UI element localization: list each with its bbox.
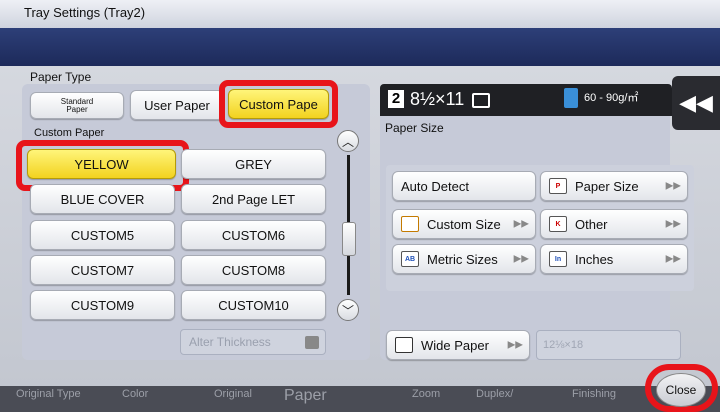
tray-number: 2 xyxy=(388,90,404,108)
forward-arrow-icon: ▶▶ xyxy=(665,218,681,230)
header-band xyxy=(0,28,720,66)
custom-size-icon xyxy=(401,216,419,232)
forward-arrow-icon: ▶▶ xyxy=(507,339,523,351)
wide-paper-button[interactable]: Wide Paper ▶▶ xyxy=(386,330,530,360)
tab-user-paper[interactable]: User Paper xyxy=(130,90,224,120)
paper-button-custom5[interactable]: CUSTOM5 xyxy=(30,220,175,250)
paper-size-button[interactable]: P Paper Size ▶▶ xyxy=(540,171,688,201)
paper-button-yellow[interactable]: YELLOW xyxy=(27,149,176,179)
tab-zoom[interactable]: Zoom xyxy=(412,388,440,400)
forward-arrow-icon: ▶▶ xyxy=(513,218,529,230)
scroll-down-button[interactable]: ﹀ xyxy=(337,299,359,321)
metric-sizes-icon: AB xyxy=(401,251,419,267)
paper-size-value: 8½×11 xyxy=(410,89,465,109)
chevron-up-icon: ︿ xyxy=(341,134,354,149)
tab-original-type[interactable]: Original Type xyxy=(16,388,81,400)
paper-button-custom10[interactable]: CUSTOM10 xyxy=(181,290,326,320)
alter-thickness-button[interactable]: Alter Thickness xyxy=(180,329,326,355)
tab-duplex[interactable]: Duplex/ xyxy=(476,388,513,400)
forward-arrow-icon: ▶▶ xyxy=(665,180,681,192)
scrollbar-thumb[interactable] xyxy=(342,222,356,256)
forward-arrow-icon: ▶▶ xyxy=(665,253,681,265)
close-button[interactable]: Close xyxy=(656,373,706,407)
paper-type-label: Paper Type xyxy=(30,70,92,84)
paper-button-custom7[interactable]: CUSTOM7 xyxy=(30,255,175,285)
paper-button-grey[interactable]: GREY xyxy=(181,149,326,179)
inches-icon: In xyxy=(549,251,567,267)
paper-button-2nd-page-let[interactable]: 2nd Page LET xyxy=(181,184,326,214)
paper-button-blue-cover[interactable]: BLUE COVER xyxy=(30,184,175,214)
wide-paper-icon xyxy=(395,337,413,353)
paper-size-icon: P xyxy=(549,178,567,194)
tab-finishing[interactable]: Finishing xyxy=(572,388,616,400)
tab-color[interactable]: Color xyxy=(122,388,148,400)
paper-stack-icon xyxy=(564,88,578,108)
metric-sizes-button[interactable]: AB Metric Sizes ▶▶ xyxy=(392,244,536,274)
tab-paper[interactable]: Paper xyxy=(284,387,327,405)
rewind-button[interactable]: ◀◀ xyxy=(672,76,720,130)
tab-standard-paper[interactable]: Standard Paper xyxy=(30,92,124,119)
chevron-down-icon: ﹀ xyxy=(341,303,354,318)
window-title: Tray Settings (Tray2) xyxy=(24,5,146,20)
paper-button-custom9[interactable]: CUSTOM9 xyxy=(30,290,175,320)
scroll-up-button[interactable]: ︿ xyxy=(337,130,359,152)
checkbox-icon xyxy=(305,336,319,349)
custom-paper-label: Custom Paper xyxy=(34,127,105,139)
paper-button-custom6[interactable]: CUSTOM6 xyxy=(181,220,326,250)
other-button[interactable]: K Other ▶▶ xyxy=(540,209,688,239)
paper-size-label: Paper Size xyxy=(385,121,444,135)
wide-paper-value: 12⅛×18 xyxy=(536,330,681,360)
rewind-icon: ◀◀ xyxy=(679,90,713,115)
other-icon: K xyxy=(549,216,567,232)
forward-arrow-icon: ▶▶ xyxy=(513,253,529,265)
paper-button-custom8[interactable]: CUSTOM8 xyxy=(181,255,326,285)
custom-size-button[interactable]: Custom Size ▶▶ xyxy=(392,209,536,239)
paper-orientation-icon xyxy=(472,93,490,108)
auto-detect-button[interactable]: Auto Detect xyxy=(392,171,536,201)
tab-custom-paper[interactable]: Custom Pape xyxy=(228,89,329,119)
tab-original[interactable]: Original xyxy=(214,388,252,400)
tray-info-bar: 2 8½×11 60 - 90g/㎡ xyxy=(380,84,672,116)
paper-weight-value: 60 - 90g/㎡ xyxy=(584,92,639,104)
inches-button[interactable]: In Inches ▶▶ xyxy=(540,244,688,274)
